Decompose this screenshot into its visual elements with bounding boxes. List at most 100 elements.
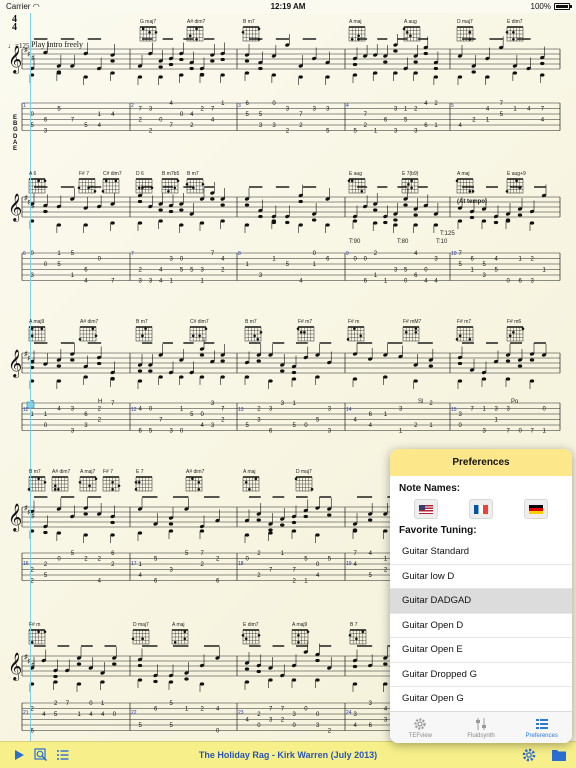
note-head (184, 677, 189, 681)
chord-name: A maj (243, 469, 256, 475)
chord-finger-dot (53, 484, 57, 488)
tab-fret-number: 2 (139, 268, 143, 274)
chord-name: A 6 (29, 171, 37, 177)
tuning-list[interactable]: Guitar Standard Guitar low D Guitar DADGAD… (390, 540, 572, 712)
zoom-button[interactable] (30, 744, 52, 766)
note-head (433, 66, 439, 71)
open-file-button[interactable] (548, 744, 570, 766)
note-head (352, 62, 358, 67)
tab-fret-number: 2 (364, 123, 368, 129)
document-title[interactable]: The Holiday Rag - Kirk Warren (July 2013… (199, 750, 377, 760)
germany-flag-icon (529, 504, 544, 514)
note-head (352, 664, 358, 669)
tab-fret-number: 6 (414, 273, 418, 279)
tuning-option[interactable]: Guitar low D (390, 565, 572, 589)
tab-fluidsynth[interactable]: Fluidsynth (451, 712, 512, 743)
tab-fret-number: 3 (211, 423, 215, 429)
tab-fret-number: 4 (139, 407, 143, 413)
france-flag-button[interactable] (468, 499, 493, 519)
chord-finger-dot (183, 630, 187, 634)
tab-tefview-label: TEFview (408, 732, 432, 739)
intro-text: Play intro freely (31, 40, 83, 49)
tab-fret-number: 3 (434, 257, 438, 263)
tab-fret-number: 2 (31, 568, 35, 574)
settings-button[interactable] (518, 744, 540, 766)
note-head (53, 674, 58, 679)
chord-finger-dot (248, 488, 251, 491)
tab-fret-number: 3 (170, 257, 174, 263)
tuning-option[interactable]: Guitar Standard (390, 540, 572, 565)
tab-fret-number: 6 (84, 412, 88, 418)
chord-finger-dot (43, 179, 47, 183)
tab-fret-number: 3 (394, 268, 398, 274)
tab-fret-number: 2 (257, 573, 261, 579)
tuning-option[interactable]: Guitar Open G (390, 687, 572, 712)
tab-fret-number: 1 (185, 707, 189, 713)
tab-fret-number: 3 (354, 712, 358, 718)
tuning-option[interactable]: Guitar Open E (390, 638, 572, 663)
tab-fret-number: 4 (316, 573, 320, 579)
play-button[interactable] (8, 744, 30, 766)
note-head (268, 528, 273, 532)
chord-finger-dot (244, 481, 248, 484)
tab-fret-number: 1 (434, 123, 438, 129)
tab-fret-number: 3 (170, 429, 174, 435)
tab-fret-number: 4 (89, 712, 93, 718)
germany-flag-button[interactable] (524, 499, 549, 519)
bass-note (325, 223, 330, 227)
tuning-option[interactable]: Guitar Dropped G (390, 663, 572, 687)
tab-fret-number: 7 (221, 407, 225, 413)
tab-fret-number: 4 (299, 279, 303, 285)
bass-note (168, 680, 174, 684)
tab-tefview[interactable]: TEFview (390, 712, 451, 743)
tab-fret-number: 3 (31, 273, 35, 279)
bass-note (505, 377, 511, 381)
bass-note (373, 71, 378, 75)
tab-fret-number: 5 (154, 557, 158, 563)
chord-finger-dot (259, 331, 263, 334)
tab-fret-number: 5 (495, 268, 499, 274)
tab-fret-number: 5 (404, 268, 408, 274)
note-head (471, 70, 476, 74)
tab-fret-number: 1 (384, 557, 388, 563)
chord-finger-dot (176, 179, 180, 183)
bass-note (110, 221, 115, 225)
chord-finger-dot (505, 31, 509, 34)
chord-finger-dot (137, 481, 141, 484)
playback-cursor[interactable] (30, 13, 31, 741)
tab-fret-number: 4 (201, 423, 205, 429)
bass-note (481, 219, 487, 223)
chord-finger-dot (30, 641, 34, 644)
tab-fret-number: 1 (513, 107, 517, 113)
tab-fret-number: 3 (286, 107, 290, 113)
note-head (137, 369, 143, 373)
tuning-option[interactable]: Guitar DADGAD (390, 589, 572, 614)
tab-preferences[interactable]: Preferences (511, 712, 572, 743)
bass-note (244, 375, 250, 379)
chord-finger-dot (350, 179, 354, 183)
tuning-option[interactable]: Guitar Open D (390, 614, 572, 638)
chord-finger-dot (141, 334, 144, 338)
note-head (413, 60, 418, 64)
note-head (393, 218, 398, 222)
bass-note (56, 71, 62, 75)
us-flag-button[interactable] (413, 499, 438, 519)
chord-name: E aug (349, 171, 363, 177)
note-head (493, 220, 499, 225)
tab-fret-number: 6 (154, 579, 158, 585)
chord-finger-dot (30, 327, 34, 331)
track-list-button[interactable] (52, 744, 74, 766)
chord-finger-dot (77, 186, 81, 190)
chord-finger-dot (297, 634, 300, 637)
note-head (137, 199, 143, 204)
note-head (210, 59, 215, 63)
tab-fret-number: 7 (139, 107, 143, 113)
tab-fret-number: 6 (269, 429, 273, 435)
chord-finger-dot (256, 338, 260, 341)
tab-fret-number: 3 (281, 401, 285, 407)
bass-note (271, 73, 277, 77)
bass-note (83, 223, 88, 227)
bass-note (83, 533, 88, 537)
chord-name: D maj7 (296, 469, 312, 475)
chord-finger-dot (104, 179, 108, 183)
